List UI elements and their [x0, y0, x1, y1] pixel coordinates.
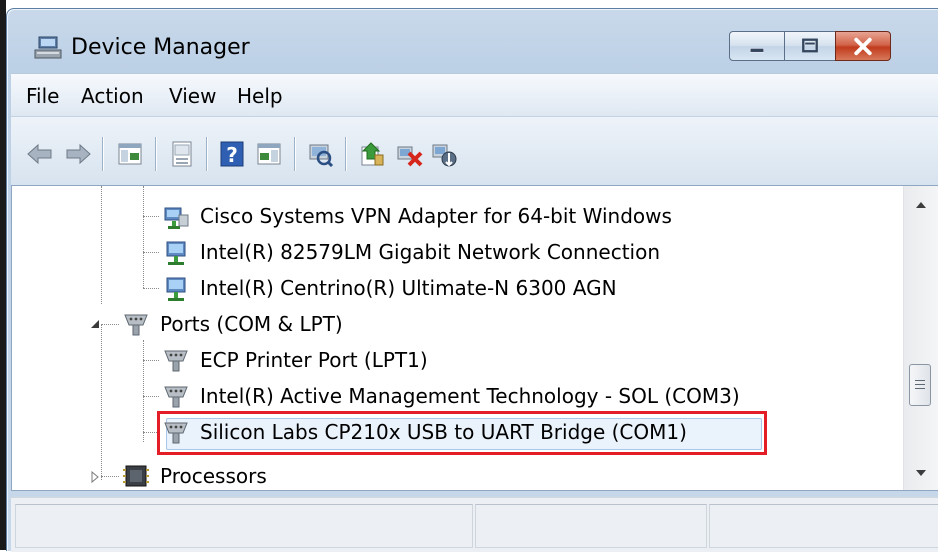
device-manager-window: Device Manager File Action View Help ? C…: [6, 8, 938, 552]
tree-connector: [143, 288, 159, 289]
scroll-up-arrow-icon[interactable]: [913, 198, 929, 212]
device-manager-icon: [34, 36, 62, 59]
menu-action[interactable]: Action: [81, 84, 144, 108]
close-icon: [854, 37, 872, 56]
tree-item-cisco-vpn[interactable]: Cisco Systems VPN Adapter for 64-bit Win…: [162, 199, 672, 233]
tree-item-silicon-labs-cp210x[interactable]: Silicon Labs CP210x USB to UART Bridge (…: [162, 415, 687, 449]
minimize-button[interactable]: [729, 31, 785, 61]
tree-category-processors[interactable]: Processors: [122, 459, 267, 490]
tree-item-label: ECP Printer Port (LPT1): [200, 348, 428, 372]
toolbar-separator: [345, 137, 346, 171]
properties-icon[interactable]: [167, 139, 197, 169]
scrollbar-grip: [915, 388, 925, 389]
network-adapter-icon: [164, 207, 189, 229]
tree-connector: [143, 340, 144, 442]
scrollbar-grip: [915, 380, 925, 381]
port-icon: [164, 422, 188, 444]
tree-connector: [143, 360, 159, 361]
tree-connector: [143, 186, 144, 288]
port-icon: [164, 386, 188, 408]
tree-item-label: Intel(R) 82579LM Gigabit Network Connect…: [200, 240, 660, 264]
tree-item-ecp-printer-port[interactable]: ECP Printer Port (LPT1): [162, 343, 428, 377]
toolbar-separator: [294, 137, 295, 171]
menu-bar: File Action View Help: [11, 73, 938, 116]
device-tree[interactable]: Cisco Systems VPN Adapter for 64-bit Win…: [11, 185, 938, 491]
maximize-icon: [802, 38, 818, 53]
network-adapter-icon: [166, 277, 186, 301]
close-button[interactable]: [835, 31, 891, 61]
tree-item-label: Intel(R) Active Management Technology - …: [200, 384, 740, 408]
window-title: Device Manager: [71, 35, 250, 60]
tree-item-label: Cisco Systems VPN Adapter for 64-bit Win…: [200, 204, 672, 228]
minimize-icon: [749, 48, 765, 53]
status-pane: [15, 504, 473, 548]
status-bar: [11, 497, 938, 552]
status-pane: [475, 504, 707, 548]
scroll-down-arrow-icon[interactable]: [913, 466, 929, 480]
action-pane-icon[interactable]: [254, 139, 284, 169]
tree-connector: [143, 396, 159, 397]
caption-buttons: [729, 31, 891, 63]
forward-arrow-icon[interactable]: [63, 139, 93, 169]
tree-item-label: Intel(R) Centrino(R) Ultimate-N 6300 AGN: [200, 276, 617, 300]
tree-connector: [101, 186, 102, 304]
network-adapter-icon: [166, 241, 186, 265]
tree-category-label: Processors: [160, 464, 267, 488]
toolbar-separator: [102, 137, 103, 171]
tree-category-ports[interactable]: Ports (COM & LPT): [122, 307, 343, 341]
disable-device-icon[interactable]: [429, 139, 459, 169]
tree-connector: [101, 324, 102, 480]
scrollbar-grip: [915, 384, 925, 385]
processor-icon: [123, 465, 149, 487]
tree-item-intel-amt-sol[interactable]: Intel(R) Active Management Technology - …: [162, 379, 740, 413]
expand-triangle-icon[interactable]: [88, 470, 102, 484]
uninstall-device-icon[interactable]: [394, 139, 424, 169]
title-bar[interactable]: Device Manager: [7, 9, 938, 69]
update-driver-icon[interactable]: [357, 139, 387, 169]
tree-item-label: Silicon Labs CP210x USB to UART Bridge (…: [200, 420, 687, 444]
vertical-scrollbar[interactable]: [903, 186, 938, 490]
maximize-button[interactable]: [784, 31, 836, 61]
back-arrow-icon[interactable]: [25, 139, 55, 169]
toolbar: ?: [11, 116, 938, 185]
tree-connector: [143, 216, 159, 217]
tree-connector: [101, 476, 119, 477]
scan-hardware-icon[interactable]: [305, 139, 335, 169]
status-pane: [709, 504, 938, 548]
port-icon: [164, 350, 188, 372]
tree-connector: [143, 252, 159, 253]
port-icon: [124, 314, 148, 336]
menu-file[interactable]: File: [26, 84, 59, 108]
scrollbar-thumb[interactable]: [909, 364, 931, 406]
console-tree-icon[interactable]: [115, 139, 145, 169]
tree-connector: [101, 324, 119, 325]
toolbar-separator: [206, 137, 207, 171]
svg-text:?: ?: [226, 143, 238, 167]
menu-view[interactable]: View: [169, 84, 216, 108]
tree-category-label: Ports (COM & LPT): [160, 312, 343, 336]
toolbar-separator: [155, 137, 156, 171]
menu-help[interactable]: Help: [237, 84, 283, 108]
help-icon[interactable]: ?: [217, 139, 247, 169]
tree-item-intel-82579lm[interactable]: Intel(R) 82579LM Gigabit Network Connect…: [162, 235, 660, 269]
collapse-triangle-icon[interactable]: [88, 317, 102, 331]
tree-item-intel-centrino[interactable]: Intel(R) Centrino(R) Ultimate-N 6300 AGN: [162, 271, 617, 305]
